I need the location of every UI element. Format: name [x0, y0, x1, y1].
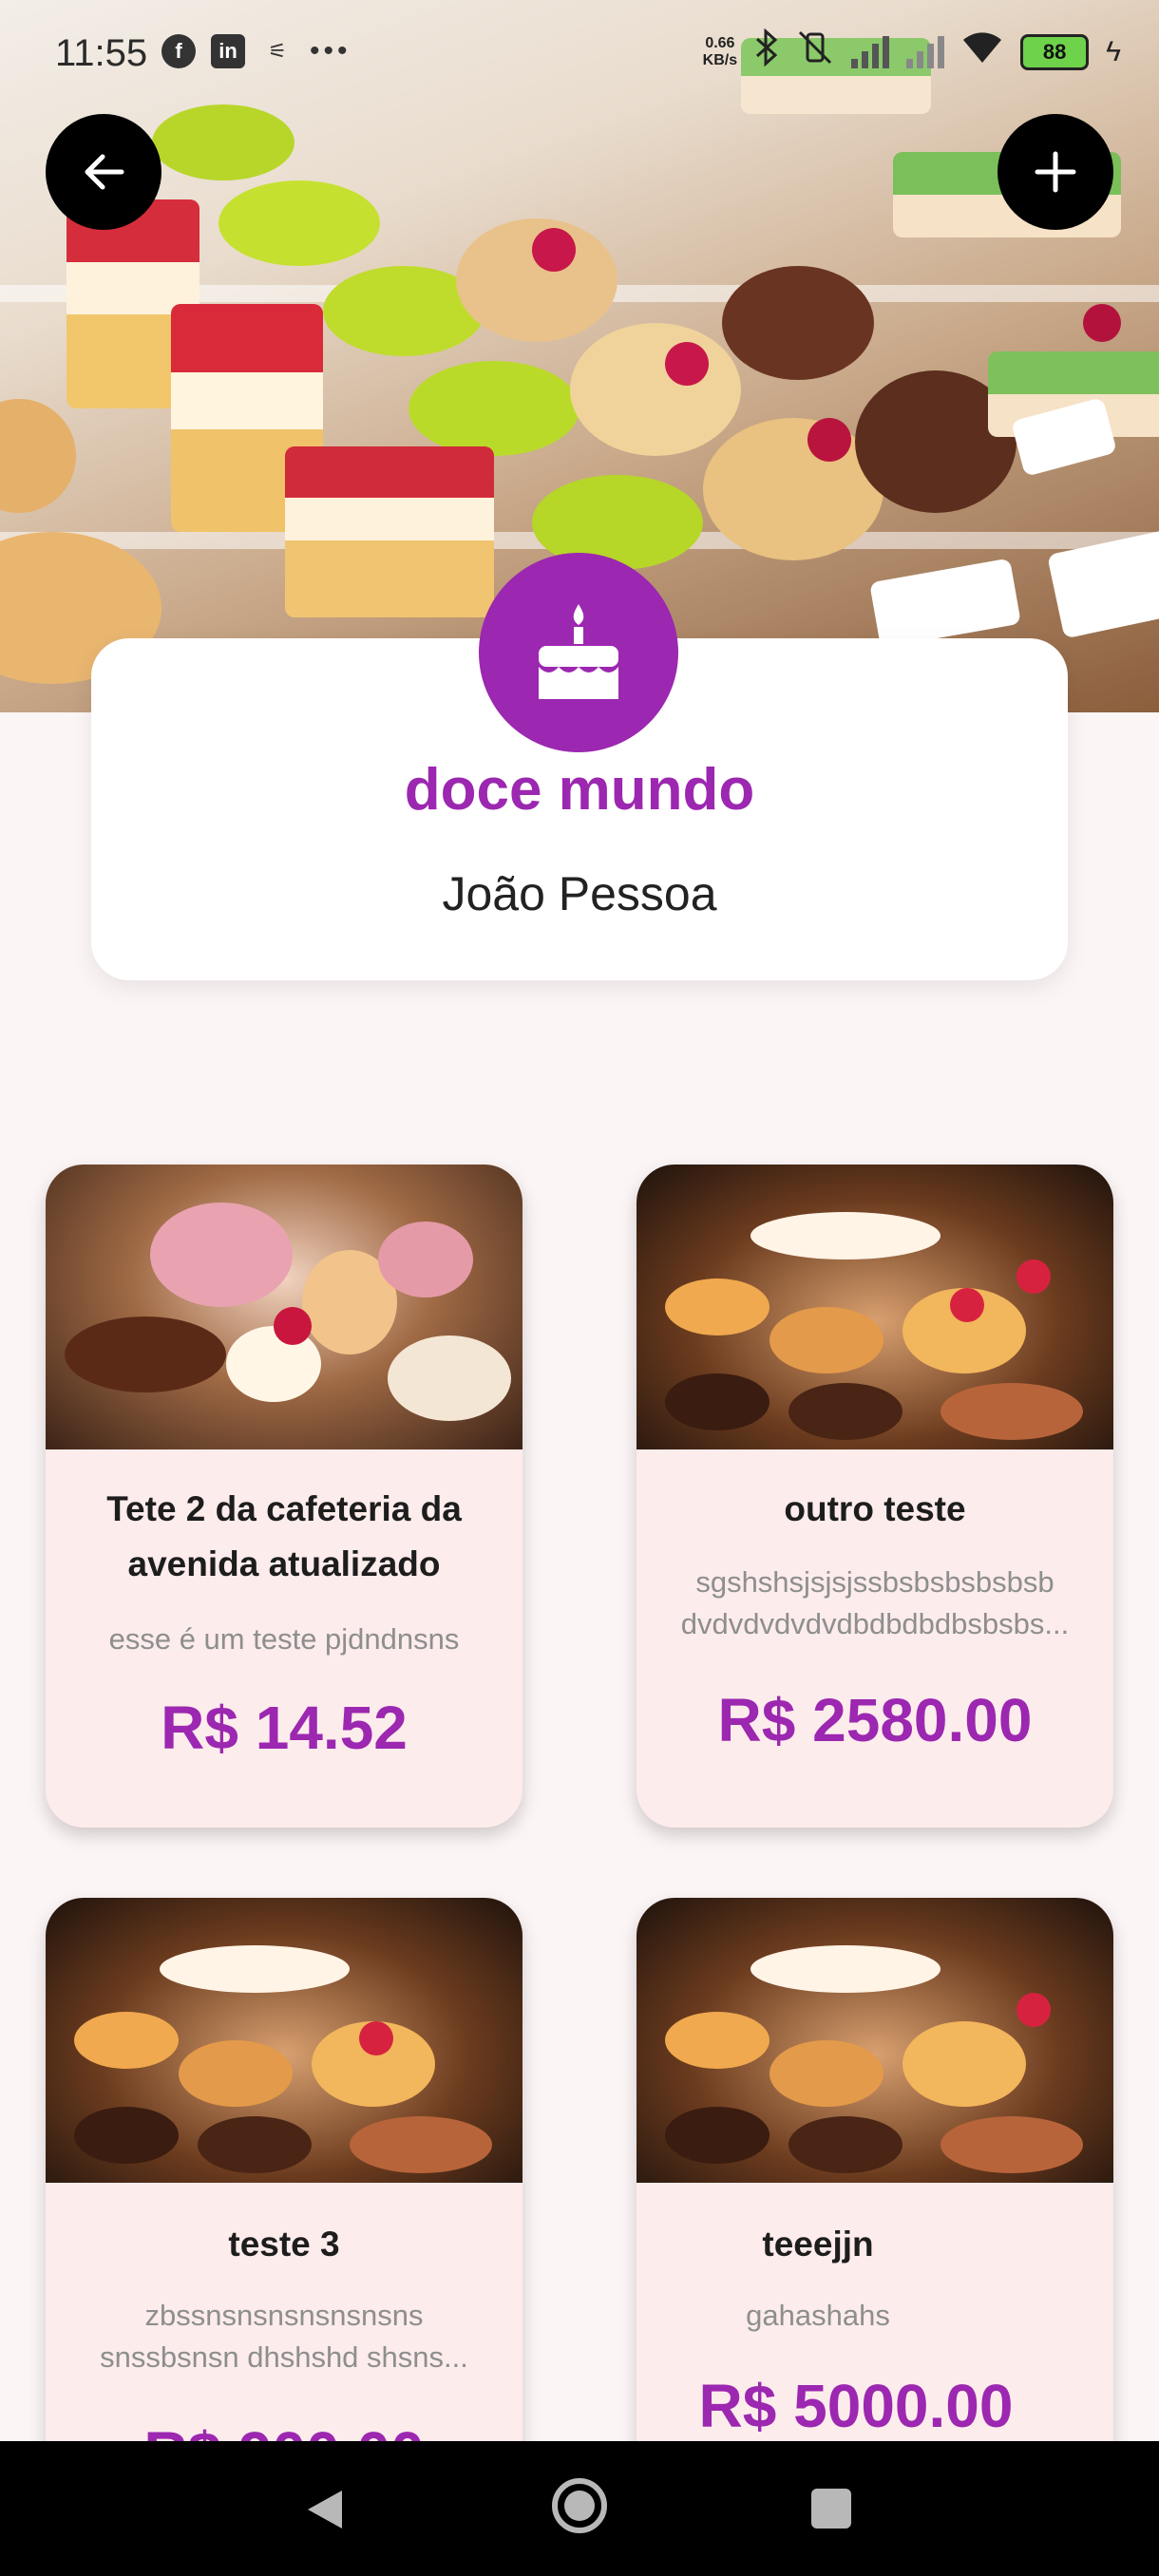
product-title: outro teste: [784, 1489, 966, 1528]
product-price: R$ 2580.00: [717, 1686, 1033, 1754]
system-navigation-bar: [0, 2441, 1159, 2576]
status-bar: 11:55 f in ⚟ ••• 0.66 KB/s 88 ϟ: [0, 0, 1159, 114]
signal-2-icon: [906, 36, 945, 68]
product-title: teste 3: [228, 2225, 340, 2263]
product-price: R$ 14.52: [161, 1694, 408, 1762]
plus-icon: [1035, 151, 1076, 193]
product-description: esse é um teste pjdndnsns: [108, 1622, 460, 1656]
product-image: [636, 1165, 1113, 1449]
square-recents-icon[interactable]: [811, 2489, 851, 2529]
store-city: João Pessoa: [442, 867, 717, 920]
product-image: [46, 1165, 522, 1449]
system-home-button[interactable]: [549, 2475, 610, 2541]
vibrate-off-icon: [796, 28, 834, 76]
bluetooth-icon: [754, 28, 779, 76]
product-card[interactable]: Tete 2 da cafeteria da avenida atualizad…: [46, 1165, 522, 1828]
product-card[interactable]: outro teste sgshshsjsjsjssbsbsbsbsbsb dv…: [636, 1165, 1113, 1828]
wifi-calling-icon: ⚟: [268, 39, 287, 63]
linkedin-icon: in: [211, 34, 245, 68]
product-image: [636, 1898, 1113, 2183]
triangle-back-icon: [308, 2491, 342, 2529]
cake-icon: [539, 604, 618, 699]
more-notifications-icon: •••: [310, 35, 352, 66]
status-time: 11:55: [55, 32, 148, 74]
product-description: gahashahs: [746, 2299, 890, 2332]
product-image: [46, 1898, 522, 2183]
notification-icons: f in ⚟ •••: [162, 34, 352, 68]
product-price: R$ 5000.00: [698, 2372, 1014, 2440]
product-title: Tete 2 da cafeteria da avenida atualizad…: [106, 1489, 462, 1583]
circle-home-icon: [552, 2478, 607, 2533]
product-description: sgshshsjsjsjssbsbsbsbsbsb dvdvdvdvdvdbdb…: [680, 1565, 1070, 1640]
product-title: teeejjn: [762, 2225, 874, 2263]
system-back-button[interactable]: [304, 2487, 346, 2537]
wifi-icon: [961, 30, 1003, 74]
store-name: doce mundo: [404, 757, 755, 823]
network-speed: 0.66 KB/s: [702, 35, 738, 68]
system-status-icons: 0.66 KB/s 88 ϟ: [703, 28, 1121, 76]
battery-icon: 88: [1020, 34, 1090, 70]
store-avatar: [479, 553, 678, 752]
signal-icon: [851, 36, 890, 68]
add-product-button[interactable]: [998, 114, 1113, 230]
facebook-icon: f: [162, 34, 196, 68]
product-description: zbssnsnsnsnsnsnsns snssbsnsn dhshshd shs…: [100, 2299, 468, 2374]
arrow-left-icon: [85, 154, 124, 190]
charging-icon: ϟ: [1106, 36, 1121, 67]
back-button[interactable]: [46, 114, 162, 230]
